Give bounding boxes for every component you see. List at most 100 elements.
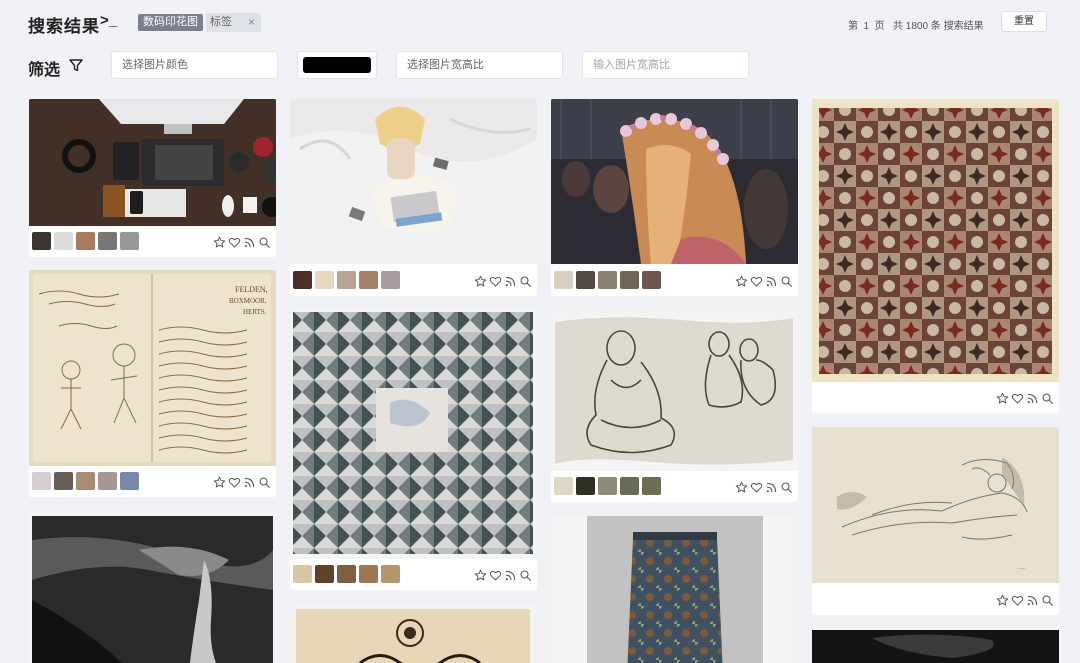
rss-icon[interactable] <box>1026 392 1039 405</box>
reset-button[interactable]: 重置 <box>1001 11 1047 32</box>
svg-text:FELDEN,: FELDEN, <box>235 285 268 294</box>
palette-swatch[interactable] <box>381 565 400 583</box>
heart-icon[interactable] <box>228 476 241 489</box>
result-card[interactable] <box>551 99 798 296</box>
palette-swatch[interactable] <box>293 271 312 289</box>
palette-swatch[interactable] <box>598 271 617 289</box>
rss-icon[interactable] <box>243 476 256 489</box>
close-icon[interactable]: × <box>248 13 255 32</box>
result-image[interactable] <box>29 510 276 663</box>
heart-icon[interactable] <box>1011 392 1024 405</box>
heart-icon[interactable] <box>489 569 502 582</box>
palette-swatch[interactable] <box>598 477 617 495</box>
palette-swatch[interactable] <box>337 565 356 583</box>
result-image[interactable] <box>551 310 798 471</box>
search-icon[interactable] <box>258 476 271 489</box>
palette-swatch[interactable] <box>554 271 573 289</box>
result-card[interactable] <box>551 516 798 663</box>
result-image[interactable] <box>29 99 276 226</box>
tag-chip[interactable]: 标签 × <box>206 13 261 32</box>
palette-swatch[interactable] <box>54 232 73 250</box>
search-icon[interactable] <box>1041 594 1054 607</box>
palette-swatch[interactable] <box>381 271 400 289</box>
search-icon[interactable] <box>780 481 793 494</box>
svg-text:HERTS.: HERTS. <box>243 308 267 316</box>
palette-swatch[interactable] <box>98 472 117 490</box>
result-card[interactable]: ~~~ <box>812 427 1059 615</box>
svg-text:BOXMOOR,: BOXMOOR, <box>229 297 267 305</box>
heart-icon[interactable] <box>228 236 241 249</box>
rss-icon[interactable] <box>1026 594 1039 607</box>
palette-swatch[interactable] <box>315 271 334 289</box>
palette-swatch[interactable] <box>642 477 661 495</box>
star-icon[interactable] <box>996 392 1009 405</box>
result-card[interactable] <box>812 99 1059 413</box>
result-card[interactable] <box>29 99 276 257</box>
star-icon[interactable] <box>474 275 487 288</box>
result-image[interactable] <box>551 516 798 663</box>
palette-swatch[interactable] <box>359 271 378 289</box>
rss-icon[interactable] <box>243 236 256 249</box>
result-card[interactable] <box>29 510 276 663</box>
result-image[interactable] <box>290 603 537 663</box>
heart-icon[interactable] <box>489 275 502 288</box>
rss-icon[interactable] <box>765 481 778 494</box>
search-icon[interactable] <box>519 569 532 582</box>
result-card[interactable] <box>290 603 537 663</box>
star-icon[interactable] <box>213 236 226 249</box>
star-icon[interactable] <box>735 275 748 288</box>
rss-icon[interactable] <box>504 569 517 582</box>
result-card[interactable] <box>812 628 1059 663</box>
result-card[interactable] <box>290 99 537 296</box>
card-actions <box>211 236 271 250</box>
palette-swatch[interactable] <box>620 271 639 289</box>
palette-swatch[interactable] <box>642 271 661 289</box>
result-image[interactable] <box>290 308 537 559</box>
rss-icon[interactable] <box>504 275 517 288</box>
star-icon[interactable] <box>474 569 487 582</box>
palette-swatch[interactable] <box>32 232 51 250</box>
star-icon[interactable] <box>996 594 1009 607</box>
palette-swatch[interactable] <box>576 271 595 289</box>
result-image[interactable] <box>551 99 798 264</box>
result-image[interactable] <box>812 99 1059 382</box>
palette-swatch[interactable] <box>315 565 334 583</box>
search-icon[interactable] <box>519 275 532 288</box>
search-icon[interactable] <box>258 236 271 249</box>
search-icon[interactable] <box>780 275 793 288</box>
star-icon[interactable] <box>213 476 226 489</box>
palette-swatch[interactable] <box>32 472 51 490</box>
palette-swatch[interactable] <box>98 232 117 250</box>
palette-swatch[interactable] <box>359 565 378 583</box>
active-tag[interactable]: 数码印花图 <box>138 14 203 31</box>
search-icon[interactable] <box>1041 392 1054 405</box>
palette-swatch[interactable] <box>76 232 95 250</box>
result-card[interactable] <box>290 308 537 590</box>
star-icon[interactable] <box>735 481 748 494</box>
result-card[interactable]: FELDEN, BOXMOOR, HERTS. <box>29 270 276 497</box>
heart-icon[interactable] <box>1011 594 1024 607</box>
palette-swatch[interactable] <box>120 232 139 250</box>
result-image[interactable] <box>290 99 537 264</box>
result-image[interactable]: FELDEN, BOXMOOR, HERTS. <box>29 270 276 466</box>
result-card[interactable] <box>551 310 798 502</box>
heart-icon[interactable] <box>750 275 763 288</box>
aspect-ratio-select[interactable]: 选择图片宽高比 <box>396 51 563 79</box>
filter-icon[interactable] <box>68 57 84 73</box>
svg-text:~~~: ~~~ <box>1017 567 1025 572</box>
palette-swatch[interactable] <box>293 565 312 583</box>
palette-swatch[interactable] <box>120 472 139 490</box>
palette-swatch[interactable] <box>337 271 356 289</box>
heart-icon[interactable] <box>750 481 763 494</box>
rss-icon[interactable] <box>765 275 778 288</box>
palette-swatch[interactable] <box>54 472 73 490</box>
palette-swatch[interactable] <box>554 477 573 495</box>
palette-swatch[interactable] <box>620 477 639 495</box>
result-image[interactable] <box>812 628 1059 663</box>
palette-swatch[interactable] <box>576 477 595 495</box>
color-picker-input[interactable]: 选择图片颜色 <box>111 51 278 79</box>
palette-swatch[interactable] <box>76 472 95 490</box>
result-image[interactable]: ~~~ <box>812 427 1059 583</box>
aspect-ratio-input[interactable]: 输入图片宽高比 <box>582 51 749 79</box>
terminal-icon[interactable]: >_ <box>100 12 117 29</box>
